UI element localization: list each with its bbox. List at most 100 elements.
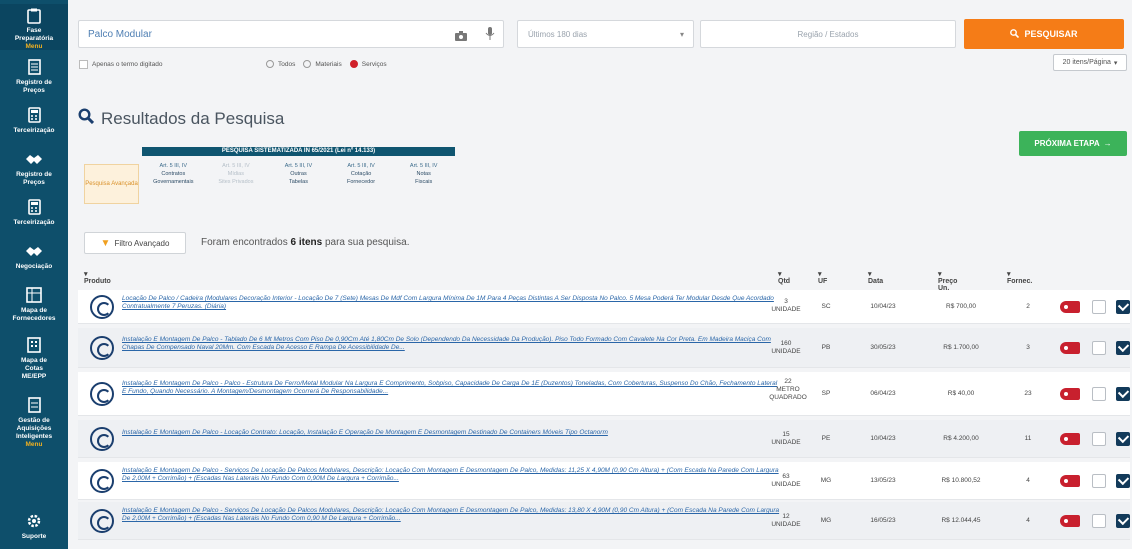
step-line2: Fiscais [415,179,433,185]
table-row[interactable]: Instalação E Montagem De Palco - Locação… [78,420,1130,458]
sidebar-item-registro-precos[interactable]: Registro de Preços [0,58,68,98]
step-midias[interactable]: Art. 5 III, IV Mídias Sites Privados [205,162,268,186]
row-checkbox[interactable] [1092,432,1106,446]
cell-price: R$ 40,00 [947,390,975,397]
cell-supplier: 23 [1024,390,1032,397]
step-contratos[interactable]: Art. 5 III, IV Contratos Governamentais [142,162,205,186]
tag-icon[interactable] [1060,433,1080,445]
radio-services[interactable] [349,60,358,68]
region-select[interactable]: Região / Estados [700,20,956,48]
product-icon [90,295,114,319]
exact-term-option[interactable]: Apenas o termo digitado [79,58,162,70]
tag-icon[interactable] [1060,342,1080,354]
product-description[interactable]: Instalação E Montagem De Palco - Serviço… [122,507,782,523]
product-description[interactable]: Instalação E Montagem De Palco - Tablado… [122,336,782,352]
sidebar-item-fase-preparatoria[interactable]: Fase Preparatória Menu [0,4,68,50]
cell-price: R$ 1.700,00 [943,344,979,351]
sidebar-item-terceirizacao-2[interactable]: Terceirização [0,198,68,232]
cell-qty: 22 METRO QUADRADO [769,378,807,401]
radio-all[interactable] [266,60,274,68]
select-check-icon[interactable] [1116,514,1130,528]
type-radio-group: Todos Materiais Serviços [266,58,387,70]
step-notas-fiscais[interactable]: Art. 5 III, IV Notas Fiscais [392,162,455,186]
step-line2: Sites Privados [218,179,254,185]
radio-services-label: Serviços [361,60,387,68]
row-checkbox[interactable] [1092,341,1106,355]
tag-icon[interactable] [1060,475,1080,487]
tag-icon[interactable] [1060,301,1080,313]
col-date-label: Data [868,278,884,285]
select-check-icon[interactable] [1116,432,1130,446]
select-check-icon[interactable] [1116,341,1130,355]
select-check-icon[interactable] [1116,474,1130,488]
sidebar-item-mapa-fornecedores[interactable]: Mapa de Fornecedores [0,286,68,326]
cell-price: R$ 10.800,52 [941,477,981,484]
col-qty[interactable]: Qtd ▾ [778,270,790,285]
cell-date: 13/05/23 [870,477,896,484]
sidebar-item-mapa-cotas[interactable]: Mapa de Cotas ME/EPP [0,336,68,386]
radio-materials[interactable] [303,60,312,68]
table-row[interactable]: Instalação E Montagem De Palco - Tablado… [78,328,1130,368]
sidebar-item-negociacao[interactable]: Negociação [0,242,68,276]
advanced-filter-button[interactable]: ▼ Filtro Avançado [84,232,186,254]
search-button[interactable]: PESQUISAR [964,19,1124,49]
col-supplier-label: Fornec. [1007,278,1033,285]
sidebar-item-label: Registro de Preços [16,171,52,186]
product-description[interactable]: Locação De Palco / Cadeira (Modulares De… [122,295,782,311]
step-cotacao[interactable]: Art. 5 III, IV Cotação Fornecedor [330,162,393,186]
step-advanced-search[interactable]: Pesquisa Avançada [84,164,139,204]
sidebar-item-registro-precos-2[interactable]: Registro de Preços [0,150,68,190]
chevron-down-icon: ▾ [1113,59,1118,67]
select-check-icon[interactable] [1116,300,1130,314]
step-ref: Art. 5 III, IV [284,163,313,169]
exact-term-checkbox[interactable] [79,59,88,69]
col-supplier[interactable]: Fornec. ▾ [1007,270,1032,285]
table-row[interactable]: Instalação E Montagem De Palco - Serviço… [78,462,1130,500]
tag-icon[interactable] [1060,388,1080,400]
building-icon [25,336,43,354]
col-uf[interactable]: UF ▾ [818,270,827,285]
sidebar-item-label: Terceirização [13,127,55,134]
sidebar-item-suporte[interactable]: Suporte [0,512,68,546]
row-checkbox[interactable] [1092,474,1106,488]
step-line1: Notas [416,171,431,177]
product-description[interactable]: Instalação E Montagem De Palco - Locação… [122,429,782,437]
per-page-select[interactable]: 20 itens/Página ▾ [1053,54,1127,71]
table-row[interactable]: Instalação E Montagem De Palco - Palco -… [78,372,1130,416]
row-checkbox[interactable] [1092,387,1106,401]
col-product[interactable]: Produto ▾ [84,270,111,285]
sidebar-item-gestao-aquisicoes[interactable]: Gestão de Aquisições Inteligentes Menu [0,396,68,458]
row-checkbox[interactable] [1092,514,1106,528]
cell-qty: 12 UNIDADE [771,513,801,528]
tag-icon[interactable] [1060,515,1080,527]
search-button-label: PESQUISAR [1024,29,1078,39]
step-advanced-search-label: Pesquisa Avançada [85,181,138,187]
product-description[interactable]: Instalação E Montagem De Palco - Serviço… [122,467,782,483]
step-ref: Art. 5 III, IV [347,163,375,169]
exact-term-label: Apenas o termo digitado [92,60,163,68]
row-checkbox[interactable] [1092,300,1106,314]
product-description[interactable]: Instalação E Montagem De Palco - Palco -… [122,380,782,396]
table-header: Produto ▾ Qtd ▾ UF ▾ Data ▾ Preço Un. ▾ … [78,262,1130,292]
cell-date: 16/05/23 [870,517,896,524]
next-step-button[interactable]: PRÓXIMA ETAPA → [1019,131,1127,156]
table-row[interactable]: Instalação E Montagem De Palco - Serviço… [78,502,1130,540]
product-icon [90,509,114,533]
sidebar-item-label: Gestão de Aquisições Inteligentes [15,417,53,440]
sidebar: Fase Preparatória Menu Registro de Preço… [0,0,68,549]
results-count-value: 6 itens [290,237,323,248]
cell-qty: 63 UNIDADE [771,473,801,488]
step-outras-tabelas[interactable]: Art. 5 III, IV Outras Tabelas [267,162,330,186]
search-input[interactable] [79,21,439,47]
col-price[interactable]: Preço Un. ▾ [938,270,957,292]
col-date[interactable]: Data ▾ [868,270,883,285]
camera-icon[interactable] [455,28,467,41]
radio-all-label: Todos [278,60,296,68]
microphone-icon[interactable] [485,27,495,40]
arrow-right-icon: → [1103,139,1112,148]
sidebar-item-terceirizacao[interactable]: Terceirização [0,106,68,140]
select-check-icon[interactable] [1116,387,1130,401]
table-row[interactable]: Locação De Palco / Cadeira (Modulares De… [78,290,1130,324]
period-select[interactable]: Últimos 180 dias ▾ [517,20,694,48]
cell-price: R$ 4.200,00 [943,435,979,442]
